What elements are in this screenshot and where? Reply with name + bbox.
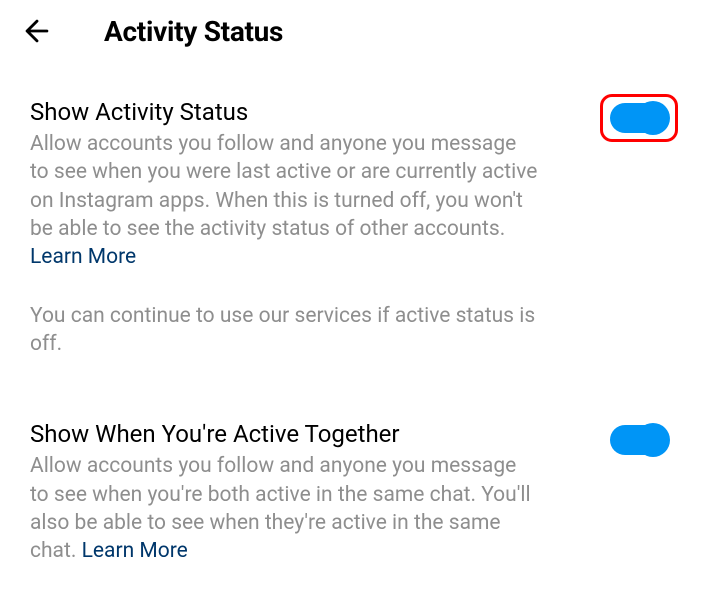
setting-text-block: Show Activity Status Allow accounts you … [30, 98, 540, 410]
page-title: Activity Status [104, 15, 283, 48]
content-area: Show Activity Status Allow accounts you … [0, 78, 708, 566]
toggle-highlight-box [608, 102, 670, 134]
secondary-note: You can continue to use our services if … [30, 302, 540, 359]
setting-title: Show When You're Active Together [30, 420, 540, 448]
toggle-thumb [636, 423, 670, 457]
setting-show-activity-status: Show Activity Status Allow accounts you … [30, 98, 678, 410]
active-together-toggle[interactable] [608, 424, 670, 456]
setting-description-text: Allow accounts you follow and anyone you… [30, 132, 537, 241]
learn-more-link[interactable]: Learn More [30, 245, 136, 269]
arrow-left-icon [20, 14, 54, 48]
setting-description: Allow accounts you follow and anyone you… [30, 452, 540, 565]
back-button[interactable] [20, 14, 54, 48]
toggle-thumb [636, 101, 670, 135]
setting-text-block: Show When You're Active Together Allow a… [30, 420, 540, 565]
activity-status-toggle[interactable] [608, 102, 670, 134]
setting-active-together: Show When You're Active Together Allow a… [30, 420, 678, 565]
header-bar: Activity Status [0, 0, 708, 78]
setting-description: Allow accounts you follow and anyone you… [30, 130, 540, 272]
toggle-container [608, 424, 670, 456]
setting-title: Show Activity Status [30, 98, 540, 126]
learn-more-link[interactable]: Learn More [82, 539, 188, 563]
